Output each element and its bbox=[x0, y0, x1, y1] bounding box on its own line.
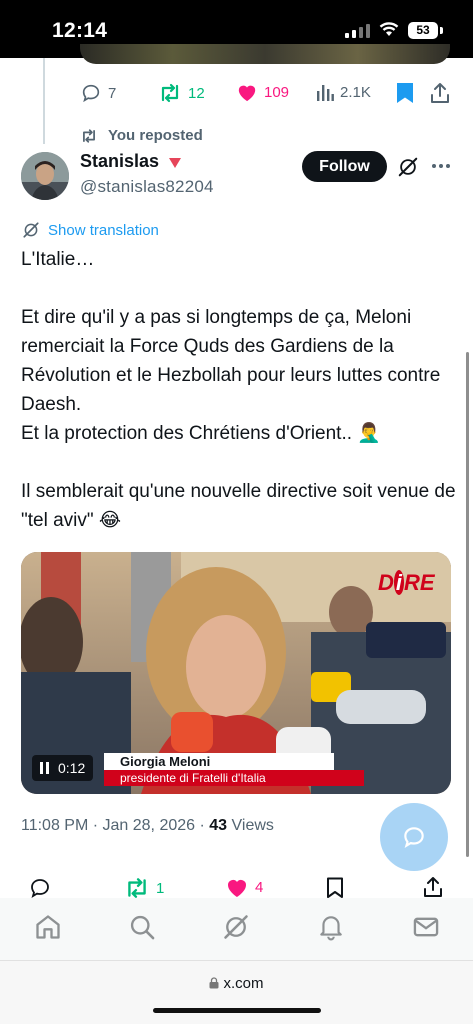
repost-icon bbox=[128, 878, 146, 898]
repost-icon bbox=[83, 128, 95, 143]
lower-third-role: presidente di Fratelli d'Italia bbox=[104, 770, 364, 786]
video-lower-third: Giorgia Meloni presidente di Fratelli d'… bbox=[104, 753, 364, 786]
tweet-video[interactable]: DiRE Giorgia Meloni presidente di Fratel… bbox=[21, 552, 451, 794]
views-count: 43 bbox=[209, 817, 228, 834]
prev-repost-button[interactable]: 12 bbox=[158, 82, 205, 104]
previous-tweet-media[interactable] bbox=[80, 44, 450, 64]
analytics-icon bbox=[317, 85, 334, 101]
repost-count: 1 bbox=[156, 879, 165, 897]
cellular-signal-icon bbox=[345, 24, 370, 38]
grok-icon[interactable] bbox=[397, 156, 419, 178]
share-icon[interactable] bbox=[430, 82, 450, 104]
status-time: 12:14 bbox=[52, 19, 108, 42]
like-count: 4 bbox=[255, 878, 264, 896]
prev-reply-count: 7 bbox=[108, 84, 117, 102]
tweet-text: L'Italie… Et dire qu'il y a pas si longt… bbox=[21, 249, 456, 531]
red-triangle-icon bbox=[169, 158, 181, 168]
scrollbar[interactable] bbox=[466, 352, 469, 857]
like-button[interactable]: 4 bbox=[225, 876, 263, 898]
lower-third-name: Giorgia Meloni bbox=[104, 753, 334, 770]
bookmark-icon[interactable] bbox=[326, 877, 344, 899]
prev-views-count: 2.1K bbox=[340, 83, 371, 101]
reposted-indicator: You reposted bbox=[80, 127, 203, 144]
search-icon[interactable] bbox=[128, 913, 156, 941]
browser-url-bar[interactable]: x.com bbox=[0, 960, 473, 1024]
home-icon[interactable] bbox=[34, 913, 62, 941]
pause-icon[interactable] bbox=[40, 762, 50, 774]
wifi-icon bbox=[379, 22, 399, 36]
author-display-name[interactable]: Stanislas bbox=[80, 151, 159, 172]
compose-reply-button[interactable] bbox=[380, 803, 448, 871]
share-icon[interactable] bbox=[423, 876, 443, 898]
url-display[interactable]: x.com bbox=[0, 975, 473, 992]
lock-icon bbox=[209, 977, 219, 989]
follow-button[interactable]: Follow bbox=[302, 151, 387, 182]
grok-translate-icon bbox=[23, 222, 39, 238]
show-translation-link[interactable]: Show translation bbox=[22, 221, 159, 239]
reply-icon bbox=[31, 879, 49, 898]
reply-button[interactable] bbox=[28, 876, 52, 900]
reply-bubble-icon bbox=[404, 827, 424, 849]
home-indicator[interactable] bbox=[153, 1008, 321, 1013]
show-translation-label: Show translation bbox=[48, 221, 159, 239]
notifications-bell-icon[interactable] bbox=[318, 913, 344, 941]
prev-like-count: 109 bbox=[264, 83, 290, 101]
video-time: 0:12 bbox=[58, 760, 86, 776]
heart-filled-icon bbox=[238, 85, 256, 102]
author-handle[interactable]: @stanislas82204 bbox=[80, 177, 214, 197]
url-text: x.com bbox=[223, 975, 264, 992]
more-options-icon[interactable] bbox=[431, 158, 451, 174]
battery-icon: 53 bbox=[408, 22, 438, 39]
grok-icon[interactable] bbox=[222, 913, 250, 941]
messages-envelope-icon[interactable] bbox=[412, 913, 440, 941]
prev-reply-button[interactable]: 7 bbox=[80, 82, 116, 104]
dire-logo: DiRE bbox=[378, 570, 435, 595]
avatar[interactable] bbox=[21, 152, 69, 200]
thread-line bbox=[43, 58, 45, 144]
tweet-meta: 11:08 PM · Jan 28, 2026 · 43 Views bbox=[21, 817, 274, 835]
video-playback-control[interactable]: 0:12 bbox=[32, 755, 94, 781]
repost-icon bbox=[161, 83, 179, 103]
bookmark-filled-icon[interactable] bbox=[396, 82, 414, 104]
prev-views-button[interactable]: 2.1K bbox=[316, 82, 371, 102]
reply-icon bbox=[82, 84, 100, 103]
bottom-tab-bar bbox=[0, 898, 473, 960]
reposted-label: You reposted bbox=[108, 127, 203, 144]
tweet-timestamp[interactable]: 11:08 PM · Jan 28, 2026 · bbox=[21, 817, 209, 834]
battery-tip bbox=[440, 27, 443, 34]
prev-like-button[interactable]: 109 bbox=[236, 82, 289, 102]
prev-repost-count: 12 bbox=[188, 84, 205, 102]
views-label: Views bbox=[227, 817, 274, 834]
heart-filled-icon bbox=[228, 880, 246, 897]
repost-button[interactable]: 1 bbox=[124, 876, 164, 900]
